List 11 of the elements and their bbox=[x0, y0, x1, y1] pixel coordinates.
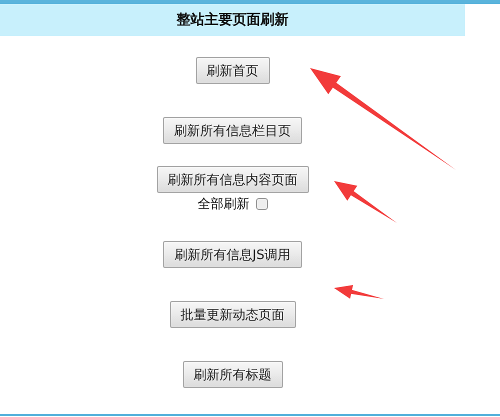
refresh-button[interactable]: 刷新所有信息JS调用 bbox=[163, 241, 302, 268]
refresh-button[interactable]: 刷新首页 bbox=[196, 57, 270, 84]
checkbox-label: 全部刷新 bbox=[198, 196, 250, 213]
refresh-button[interactable]: 刷新所有标题 bbox=[182, 361, 282, 388]
panel-title: 整站主要页面刷新 bbox=[176, 11, 288, 29]
refresh-button[interactable]: 批量更新动态页面 bbox=[170, 301, 296, 328]
arrow-annotation bbox=[334, 181, 397, 223]
arrow-annotation bbox=[334, 285, 384, 299]
refresh-button[interactable]: 刷新所有信息栏目页 bbox=[163, 117, 302, 144]
refresh-button[interactable]: 刷新所有信息内容页面 bbox=[156, 166, 308, 193]
checkbox[interactable] bbox=[256, 198, 268, 210]
